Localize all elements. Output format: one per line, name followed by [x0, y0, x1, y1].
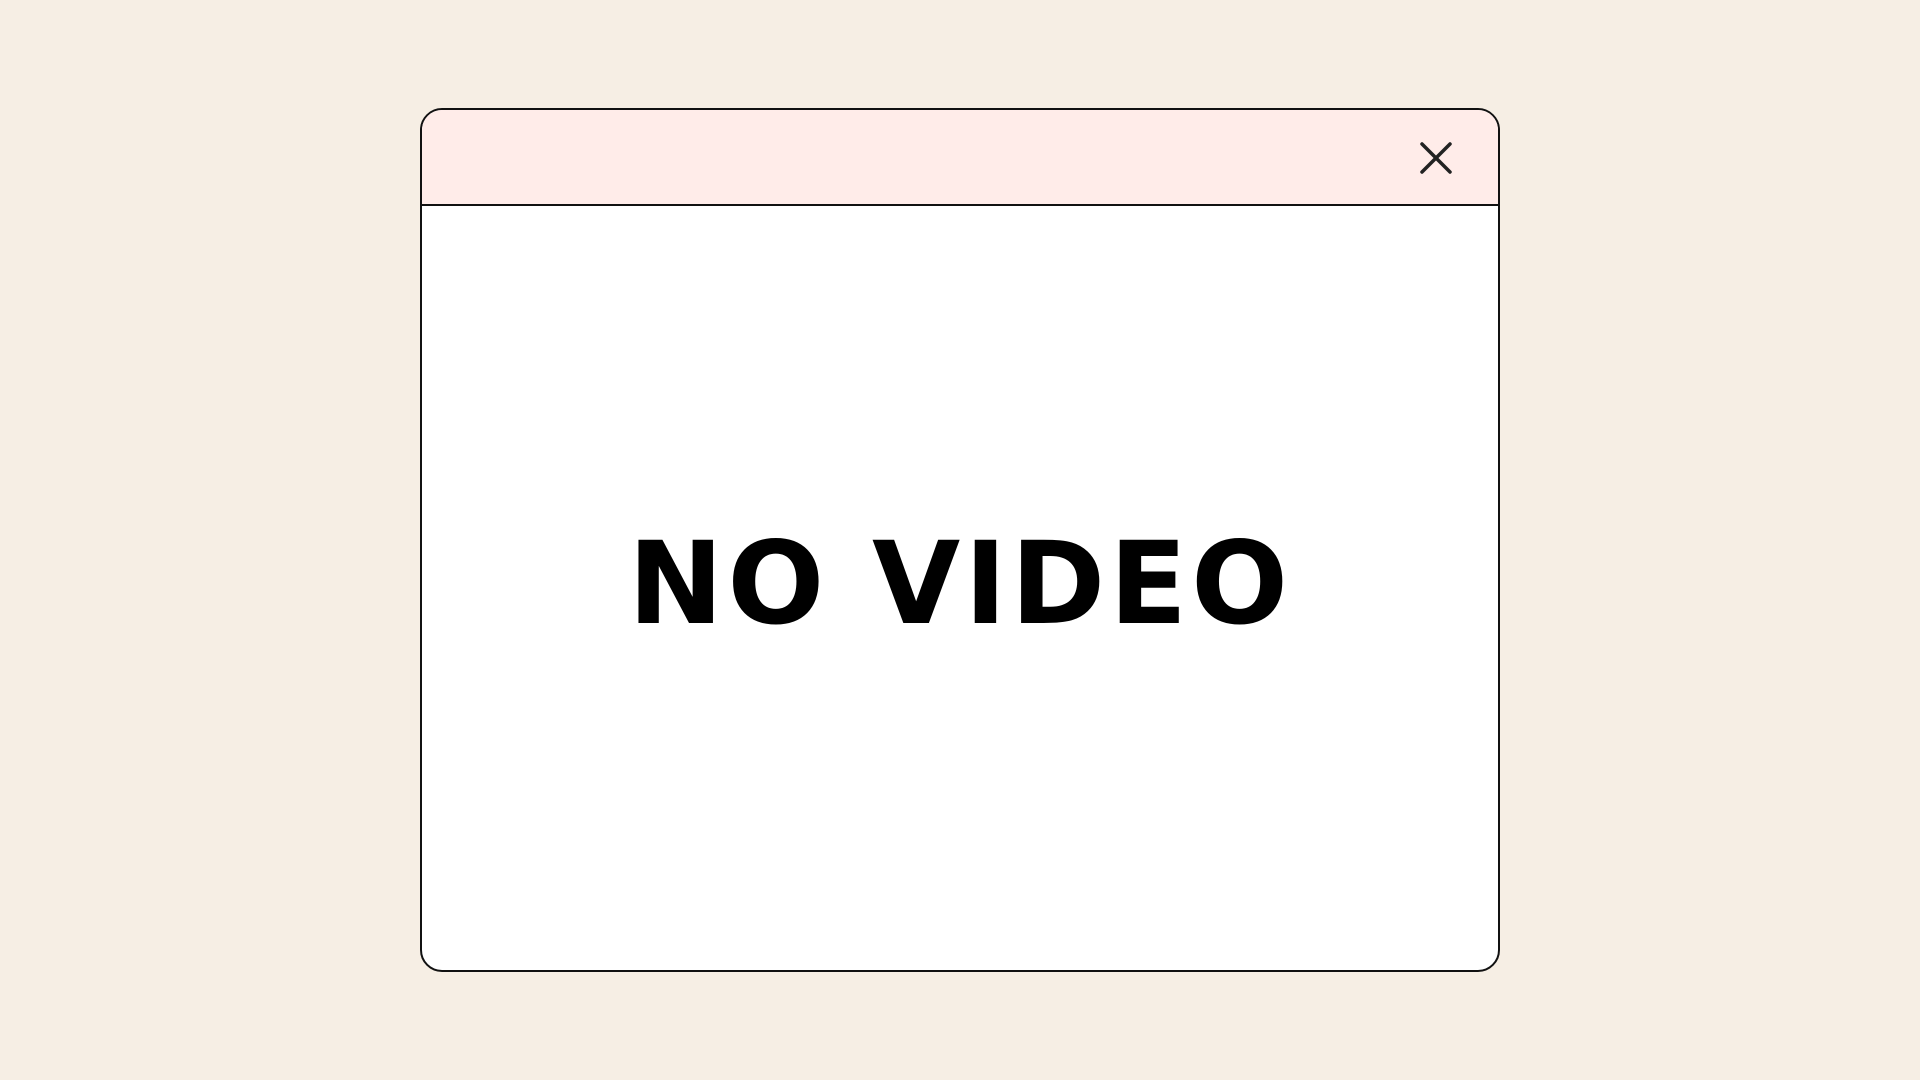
window-titlebar [422, 110, 1498, 206]
video-area: NO VIDEO [422, 206, 1498, 970]
close-icon [1420, 142, 1452, 174]
video-window: NO VIDEO [420, 108, 1500, 972]
no-video-message: NO VIDEO [627, 517, 1293, 650]
close-button[interactable] [1416, 138, 1456, 178]
